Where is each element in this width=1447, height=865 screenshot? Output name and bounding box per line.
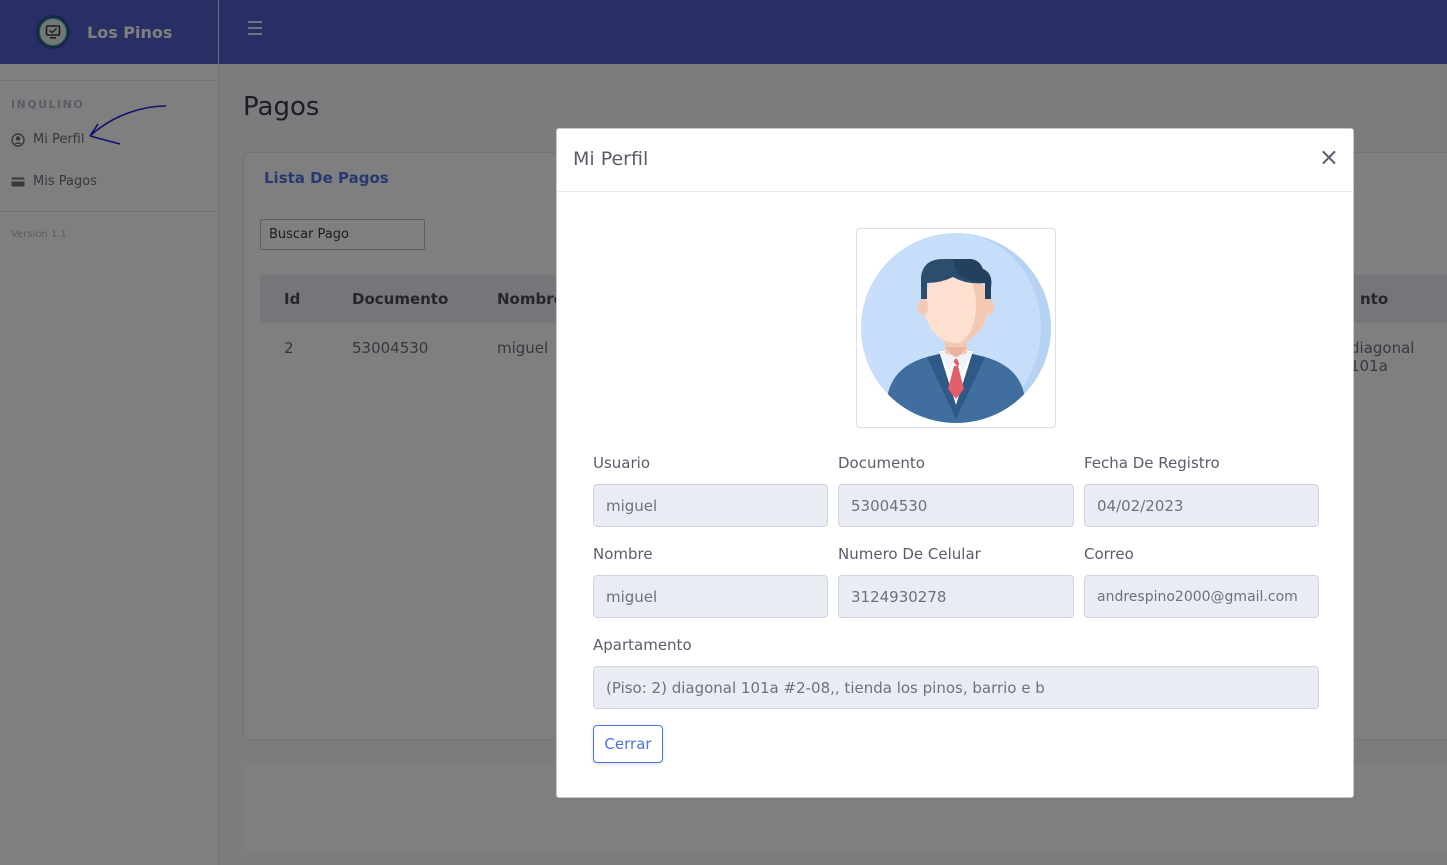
fecha-registro-label: Fecha De Registro [1084, 454, 1220, 472]
celular-label: Numero De Celular [838, 545, 981, 563]
apartamento-label: Apartamento [593, 636, 692, 654]
avatar [856, 228, 1056, 428]
usuario-label: Usuario [593, 454, 651, 472]
profile-modal: Mi Perfil × Usuario miguel Documento 530… [556, 128, 1354, 798]
documento-label: Documento [838, 454, 925, 472]
fecha-registro-field[interactable]: 04/02/2023 [1084, 484, 1319, 527]
user-avatar-icon [861, 233, 1051, 423]
documento-field[interactable]: 53004530 [838, 484, 1074, 527]
usuario-field[interactable]: miguel [593, 484, 828, 527]
nombre-field[interactable]: miguel [593, 575, 828, 618]
correo-field[interactable]: andrespino2000@gmail.com [1084, 575, 1319, 618]
nombre-label: Nombre [593, 545, 653, 563]
celular-field[interactable]: 3124930278 [838, 575, 1074, 618]
correo-label: Correo [1084, 545, 1134, 563]
cerrar-button[interactable]: Cerrar [593, 725, 663, 763]
close-icon[interactable]: × [1319, 145, 1339, 169]
modal-header: Mi Perfil × [557, 129, 1353, 192]
apartamento-field[interactable]: (Piso: 2) diagonal 101a #2-08,, tienda l… [593, 666, 1319, 709]
modal-title: Mi Perfil [573, 148, 649, 170]
